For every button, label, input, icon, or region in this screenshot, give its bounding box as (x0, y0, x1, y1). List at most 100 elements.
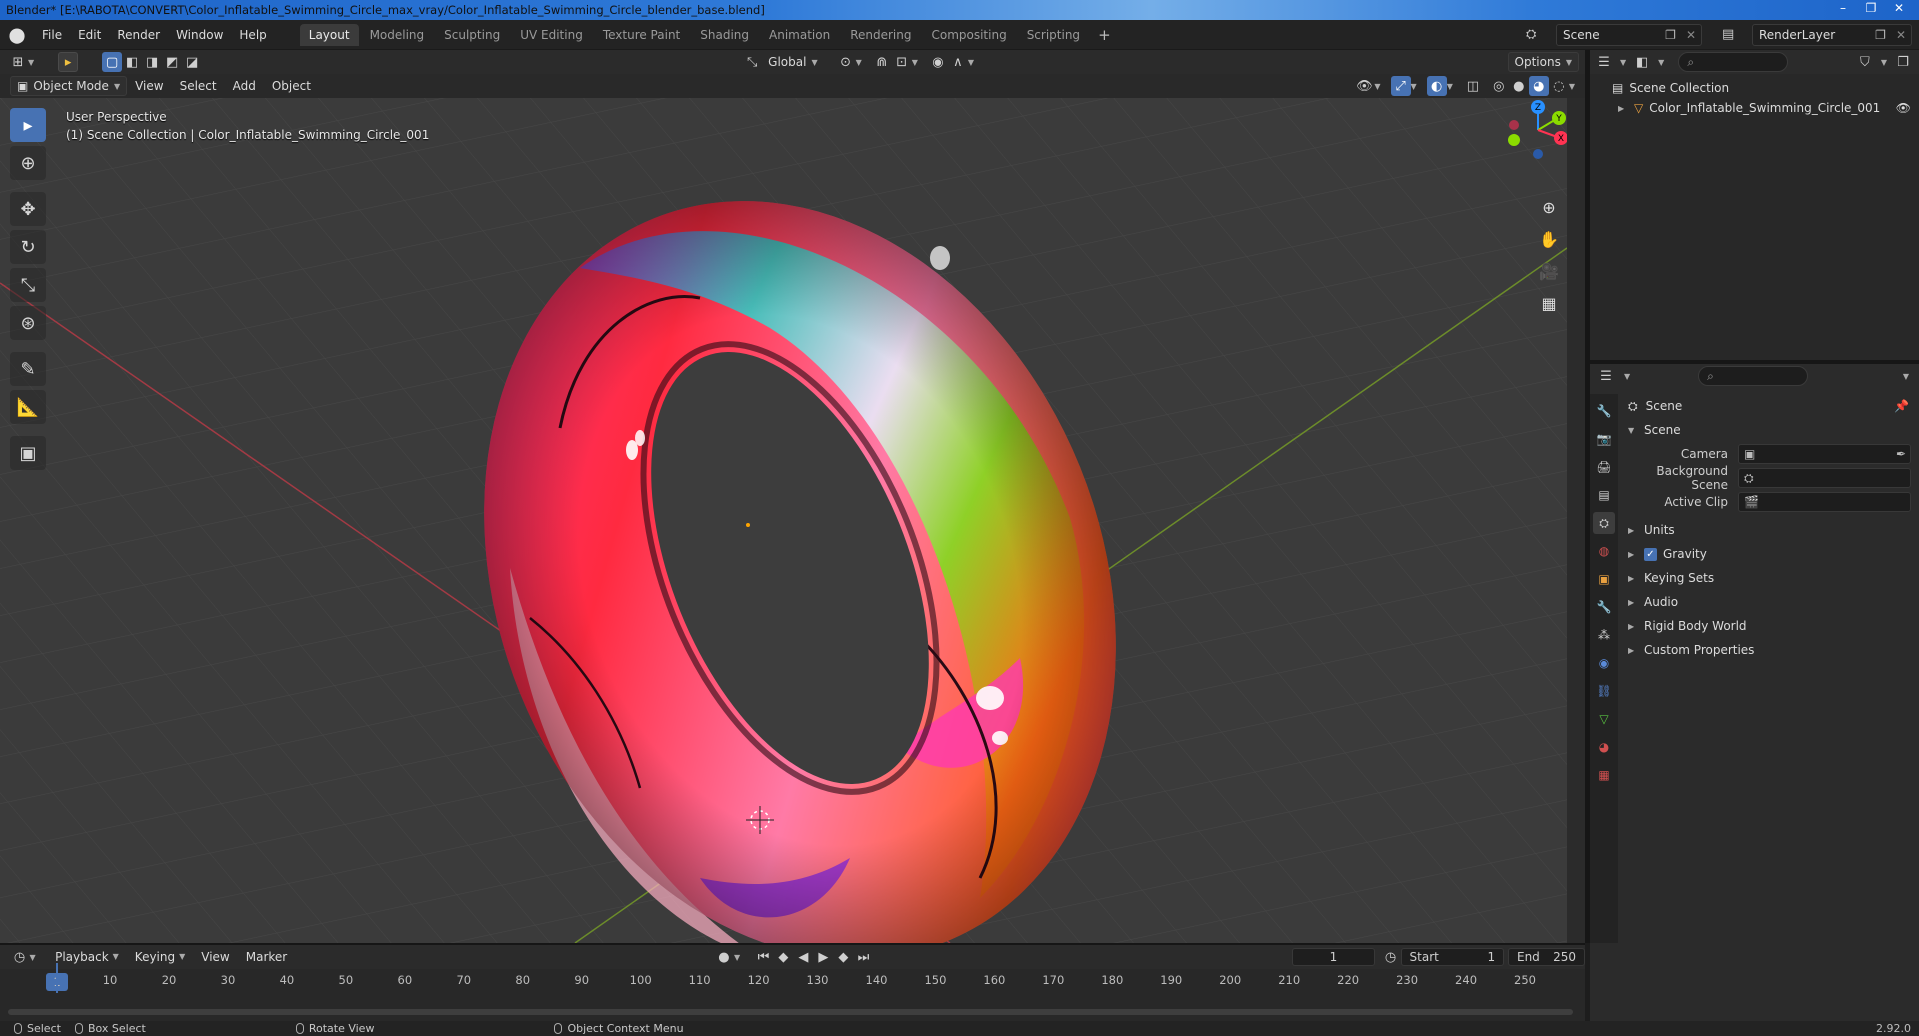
timeline-menu-view[interactable]: View (193, 945, 237, 969)
select-mode-intersect-icon[interactable]: ◪ (182, 52, 202, 72)
tool-tab-icon[interactable]: 🔧 (1593, 400, 1615, 422)
tab-scripting[interactable]: Scripting (1018, 24, 1089, 46)
timeline-editor-icon[interactable]: ◷ (10, 947, 30, 967)
tab-compositing[interactable]: Compositing (922, 24, 1015, 46)
tab-rendering[interactable]: Rendering (841, 24, 920, 46)
gizmo-toggle-icon[interactable]: ⤢ (1390, 76, 1411, 96)
pin-icon[interactable]: 📌 (1894, 399, 1909, 413)
panel-rigid-body-world[interactable]: ▶ Rigid Body World (1620, 614, 1919, 638)
select-mode-invert-icon[interactable]: ◩ (162, 52, 182, 72)
falloff-icon[interactable]: ∧ (948, 52, 968, 72)
visibility-icon[interactable]: 👁 (1354, 76, 1374, 96)
viewport-menu-add[interactable]: Add (225, 74, 264, 98)
select-mode-new-icon[interactable]: ▢ (102, 52, 123, 72)
view-layer-field[interactable]: RenderLayer ❐ ✕ (1752, 24, 1912, 46)
background-scene-field[interactable]: ⛭ (1738, 468, 1911, 488)
viewport-scroll-region[interactable] (1567, 98, 1585, 943)
viewport-menu-select[interactable]: Select (172, 74, 225, 98)
scene-tab-icon[interactable]: ⛭ (1593, 512, 1615, 534)
tab-modeling[interactable]: Modeling (361, 24, 434, 46)
new-collection-icon[interactable]: ❐ (1893, 52, 1913, 72)
camera-field[interactable]: ▣ ✒ (1738, 444, 1911, 464)
outliner-object-row[interactable]: ▶ ▽ Color_Inflatable_Swimming_Circle_001… (1590, 98, 1919, 118)
panel-gravity[interactable]: ▶ ✓ Gravity (1620, 542, 1919, 566)
eyedropper-icon[interactable]: ✒ (1896, 447, 1906, 461)
pan-hand-icon[interactable]: ✋ (1536, 226, 1562, 252)
active-clip-field[interactable]: 🎬 (1738, 492, 1911, 512)
constraints-tab-icon[interactable]: ⛓ (1593, 680, 1615, 702)
tab-uv-editing[interactable]: UV Editing (511, 24, 592, 46)
panel-units[interactable]: ▶ Units (1620, 518, 1919, 542)
menu-window[interactable]: Window (168, 20, 231, 50)
options-dropdown[interactable]: Options ▼ (1507, 52, 1579, 72)
scale-tool-icon[interactable]: ⤡ (10, 268, 46, 302)
menu-render[interactable]: Render (109, 20, 168, 50)
record-icon[interactable]: ● (714, 947, 734, 967)
object-tab-icon[interactable]: ▣ (1593, 568, 1615, 590)
camera-view-icon[interactable]: 🎥 (1536, 258, 1562, 284)
timeline-menu-playback[interactable]: Playback ▼ (47, 945, 127, 969)
timeline-scrollbar[interactable] (8, 1009, 1573, 1015)
proportional-edit-icon[interactable]: ◉ (928, 52, 948, 72)
orientation-dropdown[interactable]: Global ▼ (762, 52, 823, 72)
tab-sculpting[interactable]: Sculpting (435, 24, 509, 46)
visibility-eye-icon[interactable]: 👁 (1896, 101, 1911, 115)
new-view-layer-icon[interactable]: ❐ (1870, 28, 1891, 42)
select-mode-extend-icon[interactable]: ◧ (122, 52, 142, 72)
properties-search-input[interactable]: ⌕ (1698, 366, 1809, 386)
overlay-toggle-icon[interactable]: ◐ (1426, 76, 1447, 96)
material-shading-icon[interactable]: ◕ (1528, 76, 1549, 96)
viewport-menu-object[interactable]: Object (264, 74, 319, 98)
snap-icon[interactable]: ⋒ (872, 52, 892, 72)
play-icon[interactable]: ▶ (813, 947, 833, 967)
scene-selector-icon[interactable]: ⛭ (1526, 27, 1536, 42)
measure-tool-icon[interactable]: 📐 (10, 390, 46, 424)
end-frame-field[interactable]: End 250 (1507, 948, 1585, 966)
prev-keyframe-icon[interactable]: ◆ (773, 947, 793, 967)
tab-layout[interactable]: Layout (299, 23, 359, 46)
view-layer-icon[interactable]: ▤ (1722, 27, 1734, 42)
physics-tab-icon[interactable]: ◉ (1593, 652, 1615, 674)
modifier-tab-icon[interactable]: 🔧 (1593, 596, 1615, 618)
current-frame-field[interactable]: 1 (1292, 948, 1375, 966)
material-tab-icon[interactable]: ◕ (1593, 736, 1615, 758)
rotate-tool-icon[interactable]: ↻ (10, 230, 46, 264)
pivot-point-icon[interactable]: ⊙ (836, 52, 856, 72)
chevron-down-icon[interactable]: ▼ (1903, 372, 1909, 381)
menu-edit[interactable]: Edit (70, 20, 109, 50)
editor-type-icon[interactable]: ⊞ (8, 52, 28, 72)
panel-keying-sets[interactable]: ▶ Keying Sets (1620, 566, 1919, 590)
delete-view-layer-icon[interactable]: ✕ (1891, 28, 1911, 42)
snap-target-icon[interactable]: ⊡ (892, 52, 912, 72)
play-reverse-icon[interactable]: ◀ (793, 947, 813, 967)
menu-file[interactable]: File (34, 20, 70, 50)
start-frame-field[interactable]: Start 1 (1400, 948, 1505, 966)
tab-shading[interactable]: Shading (691, 24, 758, 46)
particles-tab-icon[interactable]: ⁂ (1593, 624, 1615, 646)
display-mode-icon[interactable]: ◧ (1632, 52, 1652, 72)
outliner-search-input[interactable]: ⌕ (1678, 52, 1789, 72)
minimize-button[interactable]: – (1829, 0, 1857, 18)
mode-dropdown[interactable]: ▣ Object Mode ▼ (10, 76, 128, 96)
zoom-icon[interactable]: ⊕ (1536, 194, 1562, 220)
add-workspace-icon[interactable]: + (1090, 26, 1119, 44)
render-tab-icon[interactable]: 📷 (1593, 428, 1615, 450)
cursor-tool-icon[interactable]: ⊕ (10, 146, 46, 180)
close-button[interactable]: ✕ (1885, 0, 1913, 18)
timeline-menu-keying[interactable]: Keying ▼ (127, 945, 193, 969)
transform-orientation-icon[interactable]: ⤡ (742, 52, 762, 72)
panel-audio[interactable]: ▶ Audio (1620, 590, 1919, 614)
jump-end-icon[interactable]: ⏭ (853, 947, 873, 967)
new-scene-icon[interactable]: ❐ (1660, 28, 1681, 42)
properties-editor-icon[interactable]: ☰ (1596, 366, 1616, 386)
next-keyframe-icon[interactable]: ◆ (833, 947, 853, 967)
select-tool-icon[interactable]: ▸ (58, 52, 79, 72)
select-box-tool-icon[interactable]: ▸ (10, 108, 46, 142)
preview-range-icon[interactable]: ◷ (1381, 947, 1401, 967)
viewport-menu-view[interactable]: View (127, 74, 171, 98)
output-tab-icon[interactable]: 🖨 (1593, 456, 1615, 478)
gravity-checkbox[interactable]: ✓ (1644, 547, 1657, 561)
select-mode-subtract-icon[interactable]: ◨ (142, 52, 162, 72)
timeline-menu-marker[interactable]: Marker (238, 945, 295, 969)
rendered-shading-icon[interactable]: ◌ (1549, 76, 1569, 96)
